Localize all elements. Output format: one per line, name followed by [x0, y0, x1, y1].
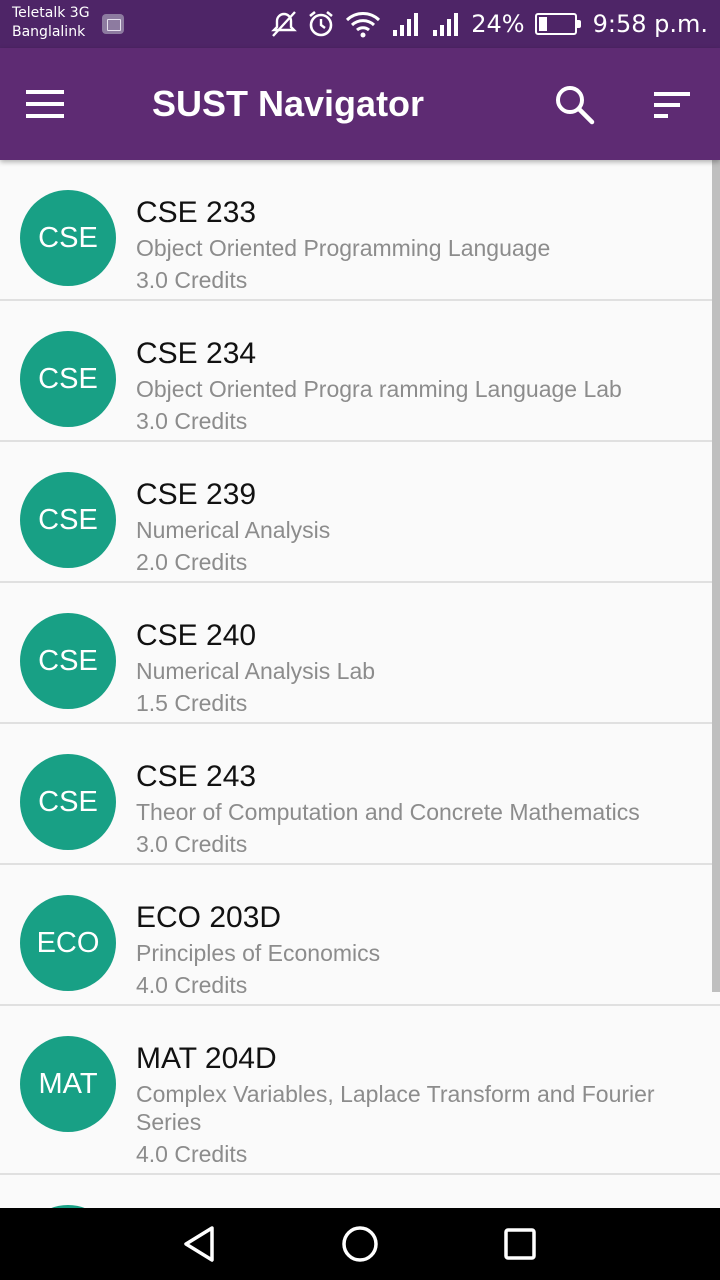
course-name: Object Oriented Progra ramming Language … — [136, 376, 622, 402]
course-row[interactable]: CSE CSE 234 Object Oriented Progra rammi… — [0, 301, 720, 442]
course-list[interactable]: CSE CSE 233 Object Oriented Programming … — [0, 160, 720, 1208]
status-bar: Teletalk 3G Banglalink 24% 9:58 p.m. — [0, 0, 720, 48]
course-code: CSE 240 — [136, 619, 257, 652]
battery-fill — [538, 17, 547, 31]
course-credits: 4.0 Credits — [136, 972, 248, 998]
course-code: CSE 239 — [136, 478, 257, 511]
dept-avatar: CSE — [20, 754, 116, 850]
sort-icon — [654, 92, 690, 118]
mute-icon — [271, 11, 298, 37]
app-title: SUST Navigator — [152, 83, 425, 124]
back-button[interactable] — [180, 1224, 220, 1264]
dept-avatar: CSE — [20, 190, 116, 286]
recents-button[interactable] — [500, 1224, 540, 1264]
carrier-name-2: Banglalink — [12, 24, 86, 40]
course-name: Object Oriented Programming Language — [136, 235, 551, 261]
course-code: ECO 203D — [136, 901, 282, 934]
clock: 9:58 p.m. — [592, 10, 708, 38]
menu-button[interactable] — [26, 82, 86, 126]
course-name: Theor of Computation and Concrete Mathem… — [136, 799, 640, 825]
system-nav-bar — [0, 1208, 720, 1280]
course-row[interactable]: CSE CSE 239 Numerical Analysis 2.0 Credi… — [0, 442, 720, 583]
dept-avatar: CSE — [20, 331, 116, 427]
status-icons: 24% 9:58 p.m. — [271, 7, 708, 41]
course-row[interactable]: CSE CSE 240 Numerical Analysis Lab 1.5 C… — [0, 583, 720, 724]
dept-avatar: CSE — [20, 613, 116, 709]
battery-icon — [534, 13, 581, 35]
course-credits: 1.5 Credits — [136, 690, 248, 716]
course-credits: 3.0 Credits — [136, 408, 248, 434]
course-code: CSE 234 — [136, 337, 257, 370]
dept-avatar: CSE — [20, 472, 116, 568]
image-notification-icon — [102, 14, 124, 34]
alarm-icon — [309, 10, 334, 37]
course-code: CSE 233 — [136, 196, 257, 229]
course-credits: 4.0 Credits — [136, 1141, 248, 1167]
search-button[interactable] — [552, 82, 598, 128]
wifi-icon — [346, 12, 381, 38]
signal-icon-2 — [433, 13, 459, 36]
home-button[interactable] — [340, 1224, 380, 1264]
carrier-name-1: Teletalk 3G — [12, 5, 90, 21]
app-bar: SUST Navigator — [0, 48, 720, 160]
course-code: MAT 204D — [136, 1042, 277, 1075]
course-row[interactable]: CSE CSE 233 Object Oriented Programming … — [0, 160, 720, 301]
dept-avatar: MAT — [20, 1036, 116, 1132]
signal-icon-1 — [393, 13, 419, 36]
recents-square-icon — [504, 1228, 536, 1260]
hamburger-icon — [26, 90, 64, 118]
course-name: Numerical Analysis — [136, 517, 331, 543]
course-credits: 3.0 Credits — [136, 267, 248, 293]
dept-avatar: ECO — [20, 895, 116, 991]
scrollbar[interactable] — [712, 160, 720, 992]
course-row[interactable]: MAT MAT 204D Complex Variables, Laplace … — [0, 1006, 720, 1175]
battery-percent: 24% — [471, 10, 525, 38]
course-credits: 3.0 Credits — [136, 831, 248, 857]
course-name: Principles of Economics — [136, 940, 381, 966]
home-circle-icon — [342, 1226, 378, 1262]
course-name: Complex Variables, Laplace Transform and… — [136, 1081, 655, 1135]
carrier-info: Teletalk 3G Banglalink — [12, 4, 90, 42]
search-icon — [556, 86, 595, 125]
sort-button[interactable] — [648, 82, 694, 128]
course-code: CSE 243 — [136, 760, 257, 793]
course-row[interactable]: CSE CSE 243 Theor of Computation and Con… — [0, 724, 720, 865]
course-credits: 2.0 Credits — [136, 549, 248, 575]
course-row[interactable]: ECO ECO 203D Principles of Economics 4.0… — [0, 865, 720, 1006]
back-triangle-icon — [184, 1226, 214, 1262]
course-name: Numerical Analysis Lab — [136, 658, 376, 684]
